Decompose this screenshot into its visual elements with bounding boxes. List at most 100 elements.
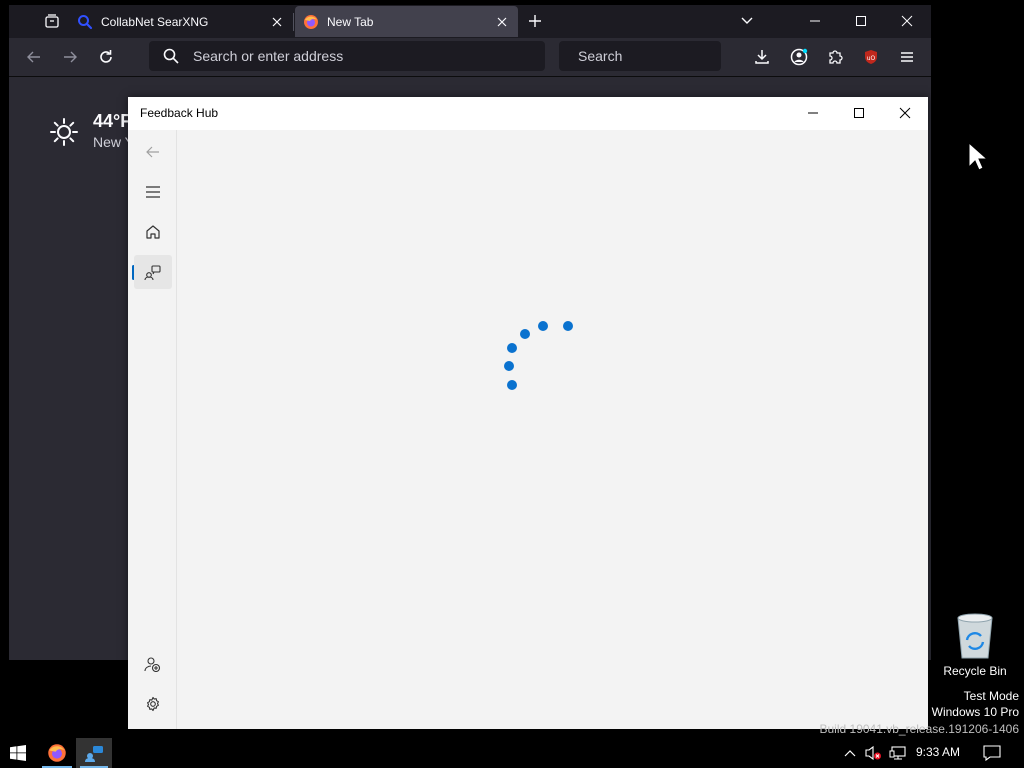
nav-settings[interactable] bbox=[134, 687, 172, 721]
test-mode-watermark: Test Mode Windows 10 Pro bbox=[932, 688, 1019, 720]
ublock-origin-button[interactable]: uO bbox=[857, 43, 885, 71]
close-icon bbox=[272, 17, 282, 26]
close-icon bbox=[899, 107, 911, 119]
recycle-bin-desktop-icon[interactable]: Recycle Bin bbox=[938, 612, 1012, 678]
maximize-icon bbox=[854, 108, 864, 118]
plus-icon bbox=[529, 15, 541, 27]
reload-button[interactable] bbox=[92, 43, 120, 71]
url-bar[interactable] bbox=[149, 41, 545, 71]
feedback-hub-icon bbox=[85, 746, 103, 762]
extensions-button[interactable] bbox=[821, 43, 849, 71]
maximize-icon bbox=[856, 16, 866, 26]
close-icon bbox=[901, 15, 913, 27]
navigation-pane bbox=[128, 130, 177, 729]
taskbar-feedback-hub[interactable] bbox=[76, 738, 112, 768]
ublock-shield-icon: uO bbox=[865, 50, 877, 64]
forward-button[interactable] bbox=[56, 43, 84, 71]
nav-feedback[interactable] bbox=[134, 255, 172, 289]
spinner-dot bbox=[507, 380, 517, 390]
taskbar: 9:33 AM bbox=[0, 738, 1024, 768]
downloads-button[interactable] bbox=[748, 43, 776, 71]
settings-icon bbox=[147, 696, 159, 712]
hamburger-icon bbox=[901, 52, 913, 62]
windows-logo-icon bbox=[10, 745, 26, 761]
close-window-button[interactable] bbox=[893, 7, 921, 35]
close-window-button[interactable] bbox=[882, 97, 928, 129]
minimize-icon bbox=[808, 112, 818, 114]
navigation-toolbar: uO bbox=[9, 38, 931, 77]
network-button[interactable] bbox=[886, 738, 910, 768]
back-button[interactable] bbox=[20, 43, 48, 71]
tab-new-tab[interactable]: New Tab bbox=[295, 6, 518, 37]
menu-button[interactable] bbox=[893, 43, 921, 71]
search-icon bbox=[163, 48, 179, 64]
minimize-icon bbox=[810, 20, 820, 22]
feedback-hub-titlebar[interactable]: Feedback Hub bbox=[128, 97, 928, 130]
recycle-bin-label: Recycle Bin bbox=[943, 664, 1007, 678]
back-arrow-icon bbox=[27, 51, 40, 63]
firefox-view-icon bbox=[45, 14, 59, 28]
volume-muted-icon bbox=[865, 745, 881, 761]
maximize-button[interactable] bbox=[847, 7, 875, 35]
nav-add-account[interactable] bbox=[134, 647, 172, 681]
mouse-cursor-icon bbox=[968, 142, 988, 171]
weather-temperature[interactable]: 44°F bbox=[93, 111, 131, 132]
puzzle-icon bbox=[829, 50, 843, 64]
network-icon bbox=[889, 746, 906, 760]
sun-icon bbox=[50, 118, 78, 146]
content-area bbox=[177, 130, 928, 729]
back-arrow-icon bbox=[146, 146, 159, 158]
svg-text:uO: uO bbox=[867, 55, 876, 62]
search-favicon-icon bbox=[78, 14, 93, 29]
tab-title: CollabNet SearXNG bbox=[101, 14, 209, 29]
spinner-dot bbox=[504, 361, 514, 371]
url-input[interactable] bbox=[191, 47, 545, 65]
watermark-line: Windows 10 Pro bbox=[931, 705, 1019, 719]
action-center-button[interactable] bbox=[978, 738, 1006, 768]
new-tab-button[interactable] bbox=[521, 7, 549, 35]
window-title: Feedback Hub bbox=[140, 106, 219, 120]
close-icon bbox=[497, 17, 507, 26]
chevron-up-icon bbox=[844, 750, 856, 757]
menu-toggle-button[interactable] bbox=[134, 175, 172, 209]
feedback-hub-window: Feedback Hub bbox=[128, 97, 928, 729]
back-button[interactable] bbox=[134, 135, 172, 169]
spinner-dot bbox=[507, 343, 517, 353]
notification-icon bbox=[983, 745, 1001, 761]
home-icon bbox=[146, 225, 160, 239]
watermark-line: Test Mode bbox=[963, 689, 1019, 703]
firefox-favicon-icon bbox=[304, 14, 318, 29]
start-button[interactable] bbox=[0, 738, 36, 768]
account-icon bbox=[790, 48, 808, 66]
download-icon bbox=[755, 50, 769, 64]
tab-separator bbox=[293, 13, 294, 31]
hamburger-icon bbox=[146, 186, 160, 198]
firefox-icon bbox=[48, 744, 66, 762]
search-input[interactable] bbox=[576, 47, 761, 65]
chevron-down-icon bbox=[741, 17, 753, 24]
tab-close-button[interactable] bbox=[492, 12, 512, 32]
spinner-dot bbox=[563, 321, 573, 331]
recycle-bin-icon bbox=[957, 613, 993, 659]
clock[interactable]: 9:33 AM bbox=[916, 745, 960, 759]
taskbar-firefox[interactable] bbox=[38, 738, 76, 768]
minimize-button[interactable] bbox=[790, 97, 836, 129]
list-all-tabs-button[interactable] bbox=[733, 7, 761, 35]
volume-button[interactable] bbox=[862, 738, 884, 768]
show-hidden-icons-button[interactable] bbox=[840, 738, 860, 768]
firefox-view-button[interactable] bbox=[38, 7, 66, 35]
reload-icon bbox=[100, 50, 112, 63]
account-button[interactable] bbox=[785, 43, 813, 71]
minimize-button[interactable] bbox=[801, 7, 829, 35]
tab-searxng[interactable]: CollabNet SearXNG bbox=[69, 6, 293, 37]
tab-title: New Tab bbox=[327, 14, 374, 29]
spinner-dot bbox=[538, 321, 548, 331]
nav-home[interactable] bbox=[134, 215, 172, 249]
spinner-dot bbox=[520, 329, 530, 339]
tab-strip: CollabNet SearXNG New Tab bbox=[9, 5, 931, 38]
add-person-icon bbox=[144, 657, 161, 672]
maximize-button[interactable] bbox=[836, 97, 882, 129]
watermark-build: Build 19041.vb_release.191206-1406 bbox=[819, 722, 1020, 736]
search-bar[interactable] bbox=[559, 41, 761, 71]
tab-close-button[interactable] bbox=[267, 12, 287, 32]
